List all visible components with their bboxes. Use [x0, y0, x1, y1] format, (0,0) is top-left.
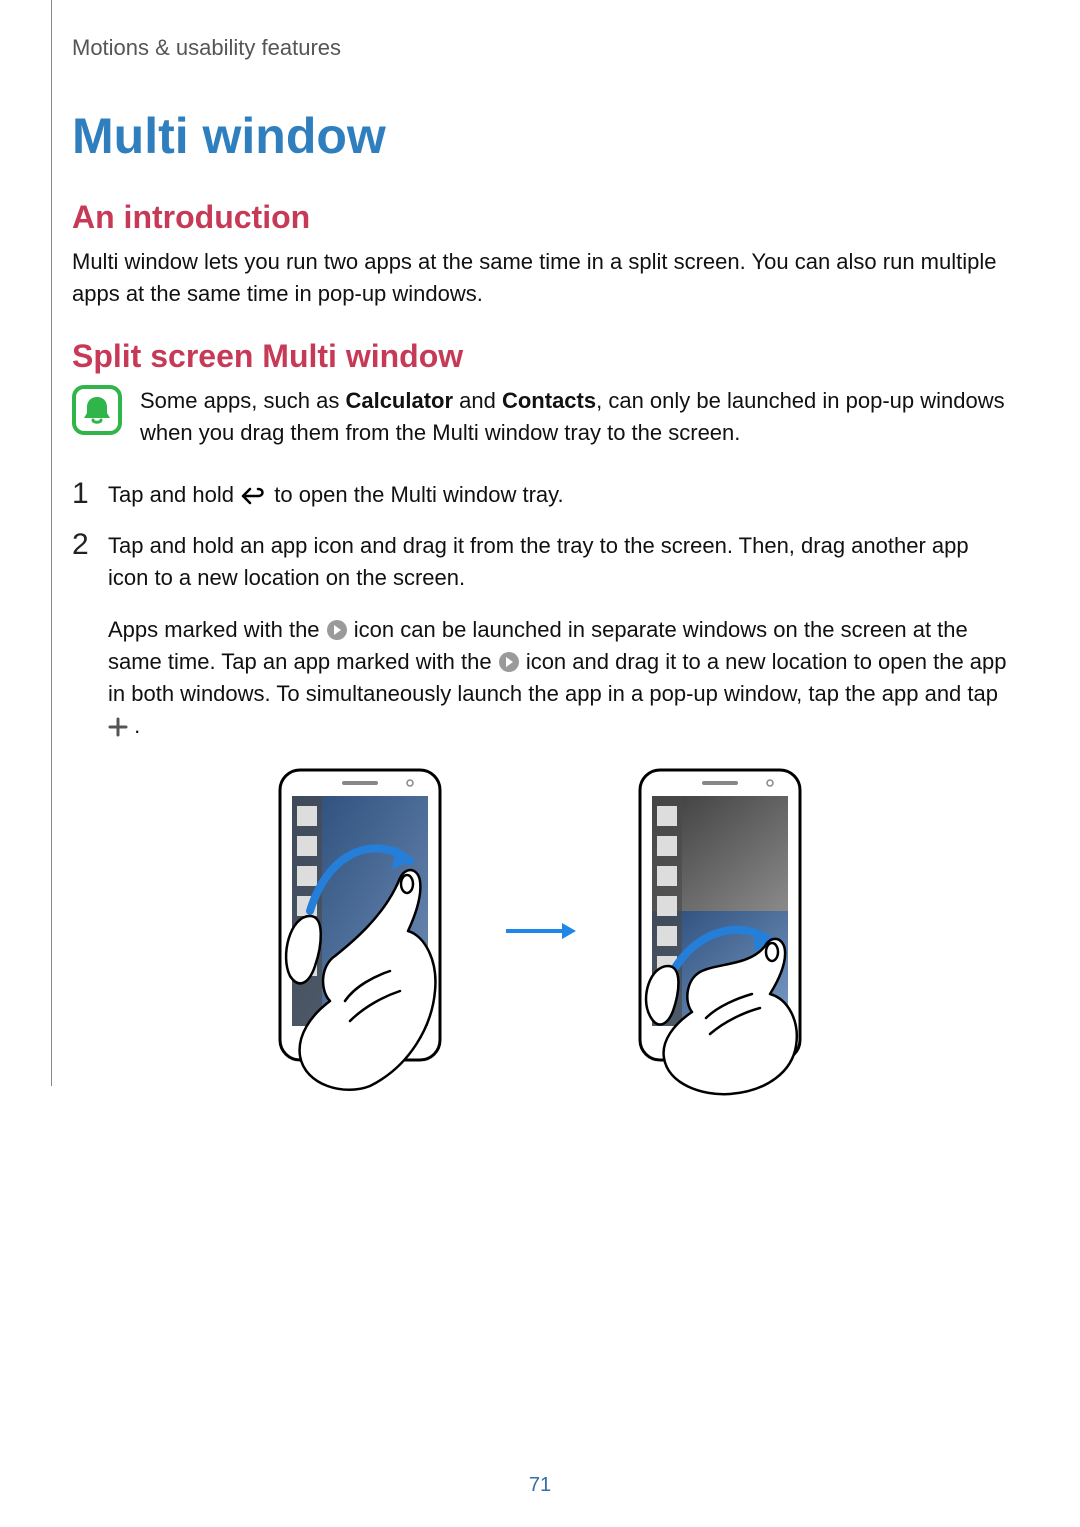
page-number: 71 — [0, 1474, 1080, 1497]
multi-launch-icon — [326, 619, 348, 641]
section-heading-introduction: An introduction — [72, 199, 1008, 236]
figure-phone-1 — [250, 766, 470, 1096]
page-content: Motions & usability features Multi windo… — [72, 35, 1008, 1487]
note-block: Some apps, such as Calculator and Contac… — [72, 385, 1008, 449]
plus-icon — [108, 717, 128, 737]
page-title: Multi window — [72, 107, 1008, 165]
intro-paragraph: Multi window lets you run two apps at th… — [72, 246, 1008, 310]
back-arrow-icon — [240, 486, 268, 506]
multi-launch-icon — [498, 651, 520, 673]
step-1: 1 Tap and hold to open the Multi window … — [72, 479, 1008, 511]
step-1-text: Tap and hold to open the Multi window tr… — [108, 479, 564, 511]
step-number: 1 — [72, 479, 94, 509]
figure-phone-2 — [610, 766, 830, 1096]
arrow-right-icon — [500, 911, 580, 951]
step-2: 2 Tap and hold an app icon and drag it f… — [72, 530, 1008, 594]
left-margin-rule — [51, 0, 52, 1086]
illustration-row — [72, 766, 1008, 1096]
bell-icon — [72, 385, 122, 440]
note-text: Some apps, such as Calculator and Contac… — [140, 385, 1008, 449]
step-2-extra-paragraph: Apps marked with the icon can be launche… — [108, 614, 1008, 742]
breadcrumb: Motions & usability features — [72, 35, 1008, 61]
step-2-text: Tap and hold an app icon and drag it fro… — [108, 530, 1008, 594]
step-number: 2 — [72, 530, 94, 560]
step-list: 1 Tap and hold to open the Multi window … — [72, 479, 1008, 1096]
section-heading-split-screen: Split screen Multi window — [72, 338, 1008, 375]
